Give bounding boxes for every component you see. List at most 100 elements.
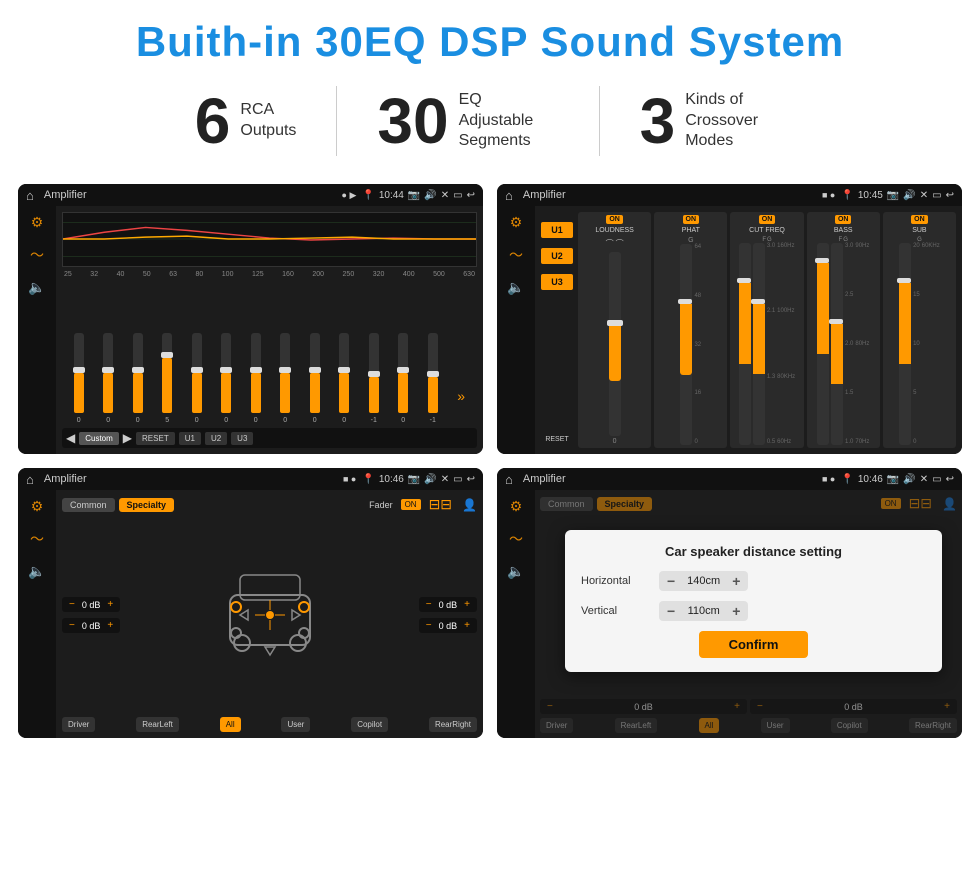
db-plus-tl[interactable]: + [104, 599, 116, 610]
play-btn[interactable]: ▶ [123, 431, 132, 445]
cutfreq-sliders: 3.02.11.30.5 160Hz100Hz80KHz60Hz [732, 243, 801, 445]
camera-icon: 📷 [408, 190, 420, 201]
u3-btn[interactable]: U3 [231, 432, 253, 445]
speaker-icon[interactable]: 🔈 [28, 279, 45, 296]
eq-icon-bl[interactable]: ⚙ [31, 498, 44, 515]
bass-slider-g[interactable] [831, 243, 843, 445]
user-btn-bl[interactable]: User [281, 717, 310, 732]
cutfreq-scale: 3.02.11.30.5 [767, 243, 775, 445]
wave-icon-bl[interactable]: 〜 [30, 529, 44, 549]
copilot-btn-br[interactable]: Copilot [831, 718, 868, 733]
db-minus-br-r[interactable]: − [754, 701, 766, 712]
reset-crossover[interactable]: RESET [541, 436, 573, 448]
copilot-btn-bl[interactable]: Copilot [351, 717, 388, 732]
speaker-distance-dialog: Car speaker distance setting Horizontal … [565, 530, 942, 672]
db-minus-tr[interactable]: − [423, 599, 435, 610]
app-title-tr: Amplifier [523, 189, 816, 201]
curve2[interactable]: ⌒ [616, 238, 624, 249]
all-btn-br[interactable]: All [699, 718, 720, 733]
sub-sliders: 20151050 60KHz [885, 243, 954, 445]
eq-svg [63, 213, 476, 266]
speaker-icon-bl[interactable]: 🔈 [28, 563, 45, 580]
db-plus-br[interactable]: + [461, 620, 473, 631]
u1-crossover-btn[interactable]: U1 [541, 222, 573, 238]
vertical-plus-btn[interactable]: + [732, 604, 740, 618]
common-tab-bl[interactable]: Common [62, 498, 115, 512]
loudness-slider[interactable] [609, 252, 621, 436]
db-plus-br-l[interactable]: + [731, 701, 743, 712]
cutfreq-on-badge[interactable]: ON [759, 215, 776, 224]
specialty-tab-bl[interactable]: Specialty [119, 498, 175, 512]
sub-slider[interactable] [899, 243, 911, 445]
play-dot: ● ▶ [342, 190, 357, 201]
u1-btn[interactable]: U1 [179, 432, 201, 445]
bass-on-badge[interactable]: ON [835, 215, 852, 224]
confirm-button[interactable]: Confirm [699, 631, 809, 658]
eq-main: 2532405063 80100125160200 25032040050063… [56, 206, 483, 454]
fader-on-toggle[interactable]: ON [401, 499, 421, 510]
next-icon[interactable]: » [457, 388, 465, 424]
wave-icon[interactable]: 〜 [30, 245, 44, 265]
eq-icon-br[interactable]: ⚙ [510, 498, 523, 515]
stat-crossover: 3 Kinds of Crossover Modes [600, 89, 826, 153]
db-row-br: − 0 dB + [419, 618, 477, 633]
loudness-on-badge[interactable]: ON [606, 215, 623, 224]
db-row-bl: − 0 dB + [62, 618, 120, 633]
curve1[interactable]: ⌒ [606, 238, 614, 249]
speaker-icon-tr[interactable]: 🔈 [507, 279, 524, 296]
custom-preset-btn[interactable]: Custom [79, 432, 119, 445]
wave-icon-br[interactable]: 〜 [509, 529, 523, 549]
phat-slider-1[interactable] [680, 244, 692, 445]
volume-icon-tr: 🔊 [903, 190, 915, 201]
prev-btn[interactable]: ◀ [66, 431, 75, 445]
ch-bass: ON BASS FG [807, 212, 880, 448]
u2-crossover-btn[interactable]: U2 [541, 248, 573, 264]
eq-icon-tr[interactable]: ⚙ [510, 214, 523, 231]
specialty-tab-br[interactable]: Specialty [597, 497, 653, 511]
horizontal-plus-btn[interactable]: + [732, 574, 740, 588]
db-minus-bl[interactable]: − [66, 620, 78, 631]
db-minus-br-l[interactable]: − [544, 701, 556, 712]
eq-freq-labels: 2532405063 80100125160200 25032040050063… [62, 271, 477, 278]
rearleft-btn-bl[interactable]: RearLeft [136, 717, 179, 732]
rearright-btn-bl[interactable]: RearRight [429, 717, 477, 732]
phat-on-badge[interactable]: ON [683, 215, 700, 224]
phat-g-label: G [688, 237, 693, 244]
sidebar-br: ⚙ 〜 🔈 [497, 490, 535, 738]
time-br: 10:46 [858, 474, 883, 485]
wave-icon-tr[interactable]: 〜 [509, 245, 523, 265]
channels-row: ON LOUDNESS ⌒ ⌒ 0 [578, 212, 956, 448]
person-icon: 👤 [462, 498, 477, 512]
home-icon: ⌂ [26, 188, 34, 203]
db-minus-br[interactable]: − [423, 620, 435, 631]
time-tl: 10:44 [379, 190, 404, 201]
db-plus-br-r[interactable]: + [941, 701, 953, 712]
db-plus-tr[interactable]: + [461, 599, 473, 610]
vertical-minus-btn[interactable]: − [667, 604, 675, 618]
bass-slider-f[interactable] [817, 243, 829, 445]
ch-loudness-header: ON [606, 215, 623, 224]
driver-btn-br[interactable]: Driver [540, 718, 573, 733]
user-btn-br[interactable]: User [761, 718, 790, 733]
horizontal-minus-btn[interactable]: − [667, 574, 675, 588]
cutfreq-slider-f[interactable] [739, 243, 751, 445]
eq-icon[interactable]: ⚙ [31, 214, 44, 231]
reset-btn[interactable]: RESET [136, 432, 175, 445]
speaker-icon-br[interactable]: 🔈 [507, 563, 524, 580]
home-icon-br: ⌂ [505, 472, 513, 487]
sub-on-badge[interactable]: ON [911, 215, 928, 224]
all-btn-bl[interactable]: All [220, 717, 241, 732]
u2-btn[interactable]: U2 [205, 432, 227, 445]
br-base: Common Specialty ON ⊟⊟ 👤 − 0 dB [535, 490, 962, 738]
phat-scale: 644832160 [694, 244, 701, 445]
cutfreq-slider-g[interactable] [753, 243, 765, 445]
u3-crossover-btn[interactable]: U3 [541, 274, 573, 290]
rearleft-btn-br[interactable]: RearLeft [615, 718, 658, 733]
status-icons-bl: 📍 10:46 📷 🔊 ✕ ▭ ↩ [362, 474, 475, 485]
on-toggle-br[interactable]: ON [881, 498, 901, 509]
db-minus-tl[interactable]: − [66, 599, 78, 610]
rearright-btn-br[interactable]: RearRight [909, 718, 957, 733]
db-plus-bl[interactable]: + [104, 620, 116, 631]
driver-btn-bl[interactable]: Driver [62, 717, 95, 732]
common-tab-br[interactable]: Common [540, 497, 593, 511]
